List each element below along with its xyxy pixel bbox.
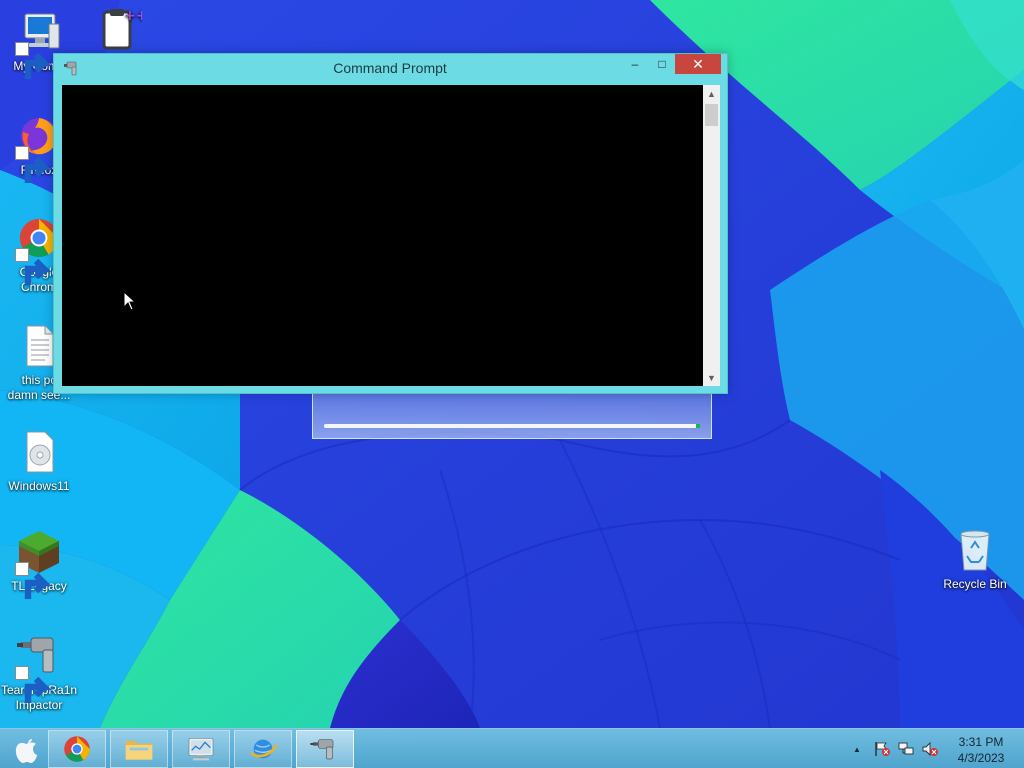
desktop-icon-tl-legacy[interactable]: TL Legacy — [0, 528, 78, 599]
taskbar-app-internet[interactable] — [234, 730, 292, 768]
show-hidden-icons-chevron-icon[interactable]: ▲ — [851, 729, 863, 768]
shortcut-arrow-icon — [15, 146, 52, 183]
progress-fill — [324, 424, 697, 428]
command-prompt-window[interactable]: Command Prompt – □ ✕ ▲ ▼ — [53, 53, 728, 394]
taskbar-app-file-explorer[interactable] — [110, 730, 168, 768]
clipboard-icon: ++ — [94, 6, 142, 54]
taskbar-app-teardrop-impactor[interactable] — [296, 730, 354, 768]
progress-window — [312, 392, 712, 439]
impact-drill-icon — [15, 632, 63, 703]
maximize-button[interactable]: □ — [649, 54, 675, 74]
globe-icon — [250, 739, 278, 759]
clock-date: 4/3/2023 — [957, 751, 1005, 765]
desktop-icon-teardrop-impactor[interactable]: TeardropRa1n Impactor — [0, 632, 78, 713]
action-center-flag-icon[interactable] — [873, 741, 891, 757]
shortcut-arrow-icon — [15, 42, 52, 79]
scroll-down-arrow-icon[interactable]: ▼ — [703, 369, 720, 386]
computer-icon — [15, 8, 63, 79]
folder-icon — [125, 741, 153, 760]
volume-muted-icon[interactable] — [921, 741, 939, 757]
shortcut-arrow-icon — [15, 666, 52, 703]
disc-image-icon — [15, 428, 63, 476]
monitor-icon — [188, 738, 214, 761]
progress-indicator — [696, 424, 700, 428]
console-output[interactable] — [62, 85, 703, 386]
mouse-pointer-icon — [123, 291, 137, 311]
title-bar[interactable]: Command Prompt – □ ✕ — [54, 54, 727, 85]
scroll-thumb[interactable] — [705, 104, 718, 126]
minimize-button[interactable]: – — [622, 54, 648, 74]
scroll-up-arrow-icon[interactable]: ▲ — [703, 85, 720, 102]
shortcut-arrow-icon — [15, 248, 52, 285]
vertical-scrollbar[interactable]: ▲ ▼ — [703, 85, 720, 386]
desktop-icon-label: Recycle Bin — [943, 577, 1007, 591]
taskbar-app-monitor[interactable] — [172, 730, 230, 768]
desktop-icon-clipboard[interactable]: ++ — [79, 6, 157, 57]
clock-time: 3:31 PM — [958, 735, 1004, 749]
taskbar-app-chrome[interactable] — [48, 730, 106, 768]
network-icon[interactable] — [897, 741, 915, 757]
shortcut-arrow-icon — [15, 562, 52, 599]
chrome-icon — [64, 736, 90, 762]
recycle-bin-icon — [951, 526, 999, 574]
desktop-icon-recycle-bin[interactable]: Recycle Bin — [936, 526, 1014, 592]
taskbar: ▲ 3:31 PM 4/3/2023 — [0, 728, 1024, 768]
system-clock[interactable]: 3:31 PM 4/3/2023 — [950, 734, 1012, 766]
progress-bar — [324, 424, 700, 428]
desktop-icon-windows11[interactable]: Windows11 — [0, 428, 78, 494]
svg-text:++: ++ — [124, 8, 142, 24]
minecraft-block-icon — [15, 528, 63, 599]
desktop-icon-label: Windows11 — [8, 479, 70, 493]
apple-logo-icon[interactable] — [8, 732, 44, 766]
impact-drill-icon — [310, 739, 334, 760]
close-button[interactable]: ✕ — [675, 54, 721, 74]
